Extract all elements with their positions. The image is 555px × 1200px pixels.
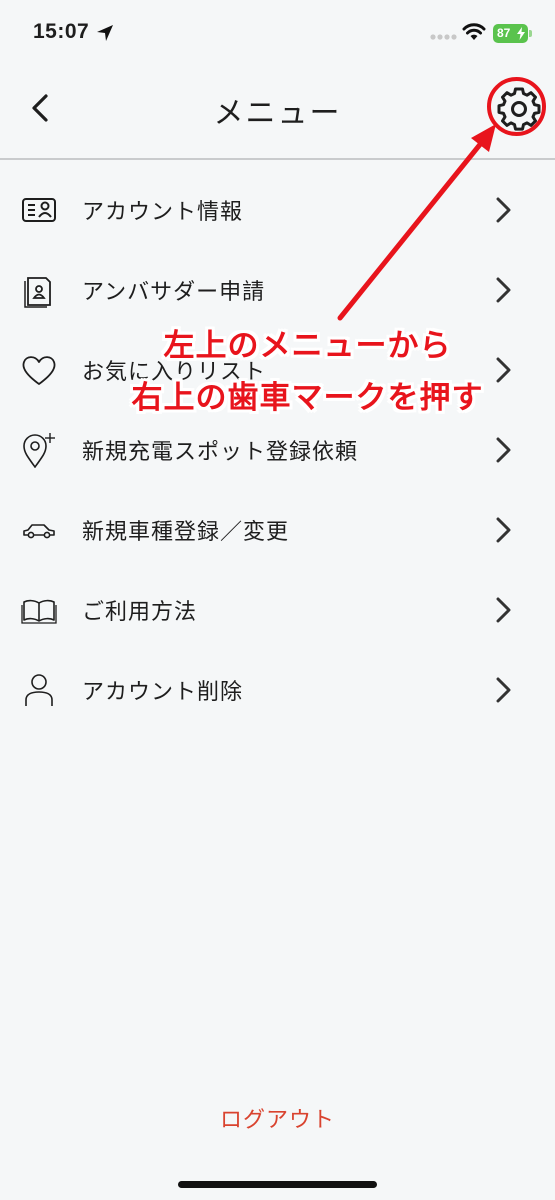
document-person-icon — [24, 277, 51, 308]
chevron-right-icon — [496, 357, 511, 383]
chevron-right-icon — [496, 437, 511, 463]
location-pin-plus-icon — [23, 433, 55, 468]
status-time: 15:07 — [33, 20, 90, 43]
charging-bolt-icon — [517, 27, 525, 40]
logout-button[interactable]: ログアウト — [0, 1102, 555, 1134]
menu-item-label: アカウント削除 — [82, 680, 244, 705]
menu-item-delete-account[interactable]: アカウント削除 — [0, 650, 555, 730]
home-indicator — [178, 1181, 377, 1188]
signal-icon — [430, 34, 457, 40]
menu-item-how-to-use[interactable]: ご利用方法 — [0, 570, 555, 650]
battery-cap — [529, 30, 532, 37]
chevron-right-icon — [496, 277, 511, 303]
menu-item-favorites[interactable]: お気に入りリスト — [0, 330, 555, 410]
menu-item-new-charging-spot-request[interactable]: 新規充電スポット登録依頼 — [0, 410, 555, 490]
battery-level: 87 — [497, 26, 511, 40]
location-arrow-icon — [97, 25, 113, 41]
menu-item-label: 新規充電スポット登録依頼 — [82, 440, 359, 465]
menu-item-label: アカウント情報 — [82, 200, 244, 225]
battery-icon: 87 — [493, 24, 528, 43]
gear-icon[interactable] — [497, 87, 541, 131]
menu-item-label: お気に入りリスト — [82, 360, 267, 385]
chevron-right-icon — [496, 197, 511, 223]
menu-item-new-car-model-registration[interactable]: 新規車種登録／変更 — [0, 490, 555, 570]
navigation-bar: メニュー — [0, 70, 555, 160]
menu-item-label: ご利用方法 — [82, 600, 198, 625]
menu-item-label: アンバサダー申請 — [82, 280, 266, 305]
status-bar: 15:07 87 — [0, 0, 555, 70]
chevron-right-icon — [496, 597, 511, 623]
heart-icon — [22, 356, 56, 385]
book-icon — [21, 599, 57, 624]
wifi-icon — [462, 23, 486, 40]
menu-item-account-info[interactable]: アカウント情報 — [0, 170, 555, 250]
id-card-icon — [22, 198, 56, 222]
menu-item-label: 新規車種登録／変更 — [82, 520, 290, 545]
menu-list: アカウント情報 アンバサダー申請 お気に入りリスト 新規充電スポット登録依頼 新… — [0, 170, 555, 730]
chevron-right-icon — [496, 677, 511, 703]
person-icon — [25, 674, 53, 706]
car-icon — [23, 524, 55, 539]
page-title: メニュー — [213, 96, 342, 131]
chevron-right-icon — [496, 517, 511, 543]
menu-item-ambassador-application[interactable]: アンバサダー申請 — [0, 250, 555, 330]
